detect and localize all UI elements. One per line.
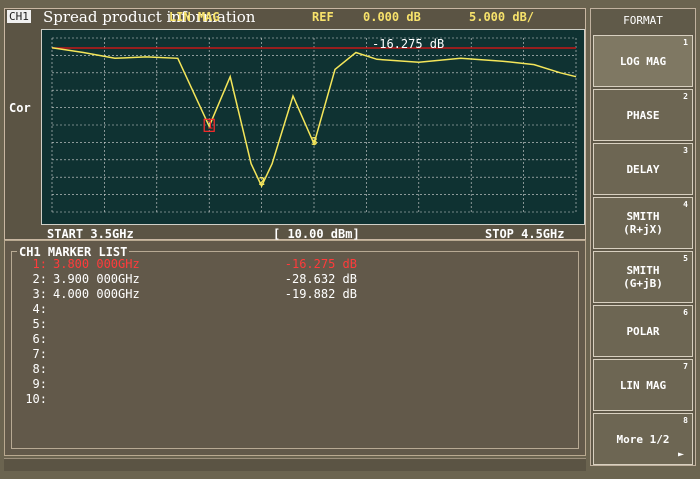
marker-frequency: 3.800 000GHz: [53, 257, 140, 271]
plot-area[interactable]: -16.275 dB 1 2 3: [41, 29, 585, 225]
start-frequency: START 3.5GHz: [47, 227, 134, 241]
marker-row[interactable]: 7:: [15, 347, 357, 361]
softkey-log-mag[interactable]: LOG MAG 1: [593, 35, 693, 87]
marker-value: -28.632 dB: [284, 272, 357, 286]
marker-row[interactable]: 5:: [15, 317, 357, 331]
ref-value: 0.000 dB: [363, 10, 421, 24]
softkey-number: 3: [683, 146, 688, 155]
marker-row[interactable]: 9:: [15, 377, 357, 391]
softkey-label: LOG MAG: [619, 54, 667, 68]
marker-3[interactable]: 3: [311, 135, 318, 148]
softkey-number: 1: [683, 38, 688, 47]
marker-row[interactable]: 1: 3.800 000GHz -16.275 dB: [15, 257, 357, 271]
softkey-polar[interactable]: POLAR 6: [593, 305, 693, 357]
softkey-number: 6: [683, 308, 688, 317]
marker-index: 4:: [32, 302, 47, 316]
softkey-title: FORMAT: [591, 9, 695, 33]
softkey-smith-gjb[interactable]: SMITH (G+jB) 5: [593, 251, 693, 303]
marker-index: 2:: [32, 272, 47, 286]
softkey-label: LIN MAG: [619, 378, 667, 392]
bottom-strip: [4, 458, 586, 471]
status-bar: CH1 Spread product information LIN MAG R…: [5, 8, 587, 27]
marker-row[interactable]: 2: 3.900 000GHz -28.632 dB: [15, 272, 357, 286]
softkey-phase[interactable]: PHASE 2: [593, 89, 693, 141]
marker-index: 10:: [25, 392, 47, 406]
softkey-number: 5: [683, 254, 688, 263]
power-level: [ 10.00 dBm]: [273, 227, 360, 241]
marker-row[interactable]: 6:: [15, 332, 357, 346]
marker-frequency: 4.000 000GHz: [53, 287, 140, 301]
marker-index: 9:: [32, 377, 47, 391]
softkey-lin-mag[interactable]: LIN MAG 7: [593, 359, 693, 411]
marker-row[interactable]: 4:: [15, 302, 357, 316]
stop-frequency: STOP 4.5GHz: [485, 227, 565, 241]
softkey-more-12[interactable]: More 1/2 8 ►: [593, 413, 693, 465]
marker-frequency: 3.900 000GHz: [53, 272, 140, 286]
more-arrow-icon: ►: [677, 449, 684, 460]
marker-2[interactable]: 2: [259, 175, 266, 188]
softkey-number: 8: [683, 416, 688, 425]
marker-list-panel: CH1 MARKER LIST 1: 3.800 000GHz -16.275 dB…: [4, 240, 586, 456]
softkey-label: SMITH (R+jX): [623, 210, 663, 236]
marker-value: -19.882 dB: [284, 287, 357, 301]
ref-label: REF: [312, 10, 334, 24]
marker-index: 7:: [32, 347, 47, 361]
softkey-panel: FORMAT LOG MAG 1 PHASE 2 DELAY 3 SMITH (R+jX) 4…: [590, 8, 696, 466]
scale-value: 5.000 dB/: [469, 10, 535, 24]
marker-index: 8:: [32, 362, 47, 376]
softkey-label: More 1/2: [616, 432, 670, 446]
measurement-trace: [51, 46, 577, 188]
network-analyzer-screen: CH1 Spread product information LIN MAG R…: [0, 0, 700, 479]
measurement-panel: CH1 Spread product information LIN MAG R…: [4, 8, 587, 241]
channel-tag: CH1: [7, 10, 31, 23]
marker-row[interactable]: 10:: [15, 392, 357, 406]
marker-index: 3:: [32, 287, 47, 301]
active-marker-readout: -16.275 dB: [372, 37, 444, 51]
trace-svg: -16.275 dB 1 2 3: [51, 37, 577, 213]
marker-index: 6:: [32, 332, 47, 346]
marker-value: -16.275 dB: [284, 257, 357, 271]
correction-label: Cor: [9, 101, 31, 115]
marker-label: 3: [311, 135, 318, 148]
marker-label: 1: [207, 118, 214, 131]
softkey-number: 4: [683, 200, 688, 209]
format-label: LIN MAG: [169, 10, 220, 24]
softkey-label: SMITH (G+jB): [623, 264, 663, 290]
marker-index: 5:: [32, 317, 47, 331]
overlay-text: Spread product information: [43, 8, 256, 26]
softkey-delay[interactable]: DELAY 3: [593, 143, 693, 195]
marker-row[interactable]: 3: 4.000 000GHz -19.882 dB: [15, 287, 357, 301]
softkey-number: 7: [683, 362, 688, 371]
softkey-label: POLAR: [626, 324, 660, 338]
softkey-label: DELAY: [626, 162, 660, 176]
softkey-label: PHASE: [626, 108, 660, 122]
marker-index: 1:: [32, 257, 47, 271]
softkey-smith-rjx[interactable]: SMITH (R+jX) 4: [593, 197, 693, 249]
softkey-number: 2: [683, 92, 688, 101]
marker-label: 2: [259, 175, 266, 188]
marker-row[interactable]: 8:: [15, 362, 357, 376]
